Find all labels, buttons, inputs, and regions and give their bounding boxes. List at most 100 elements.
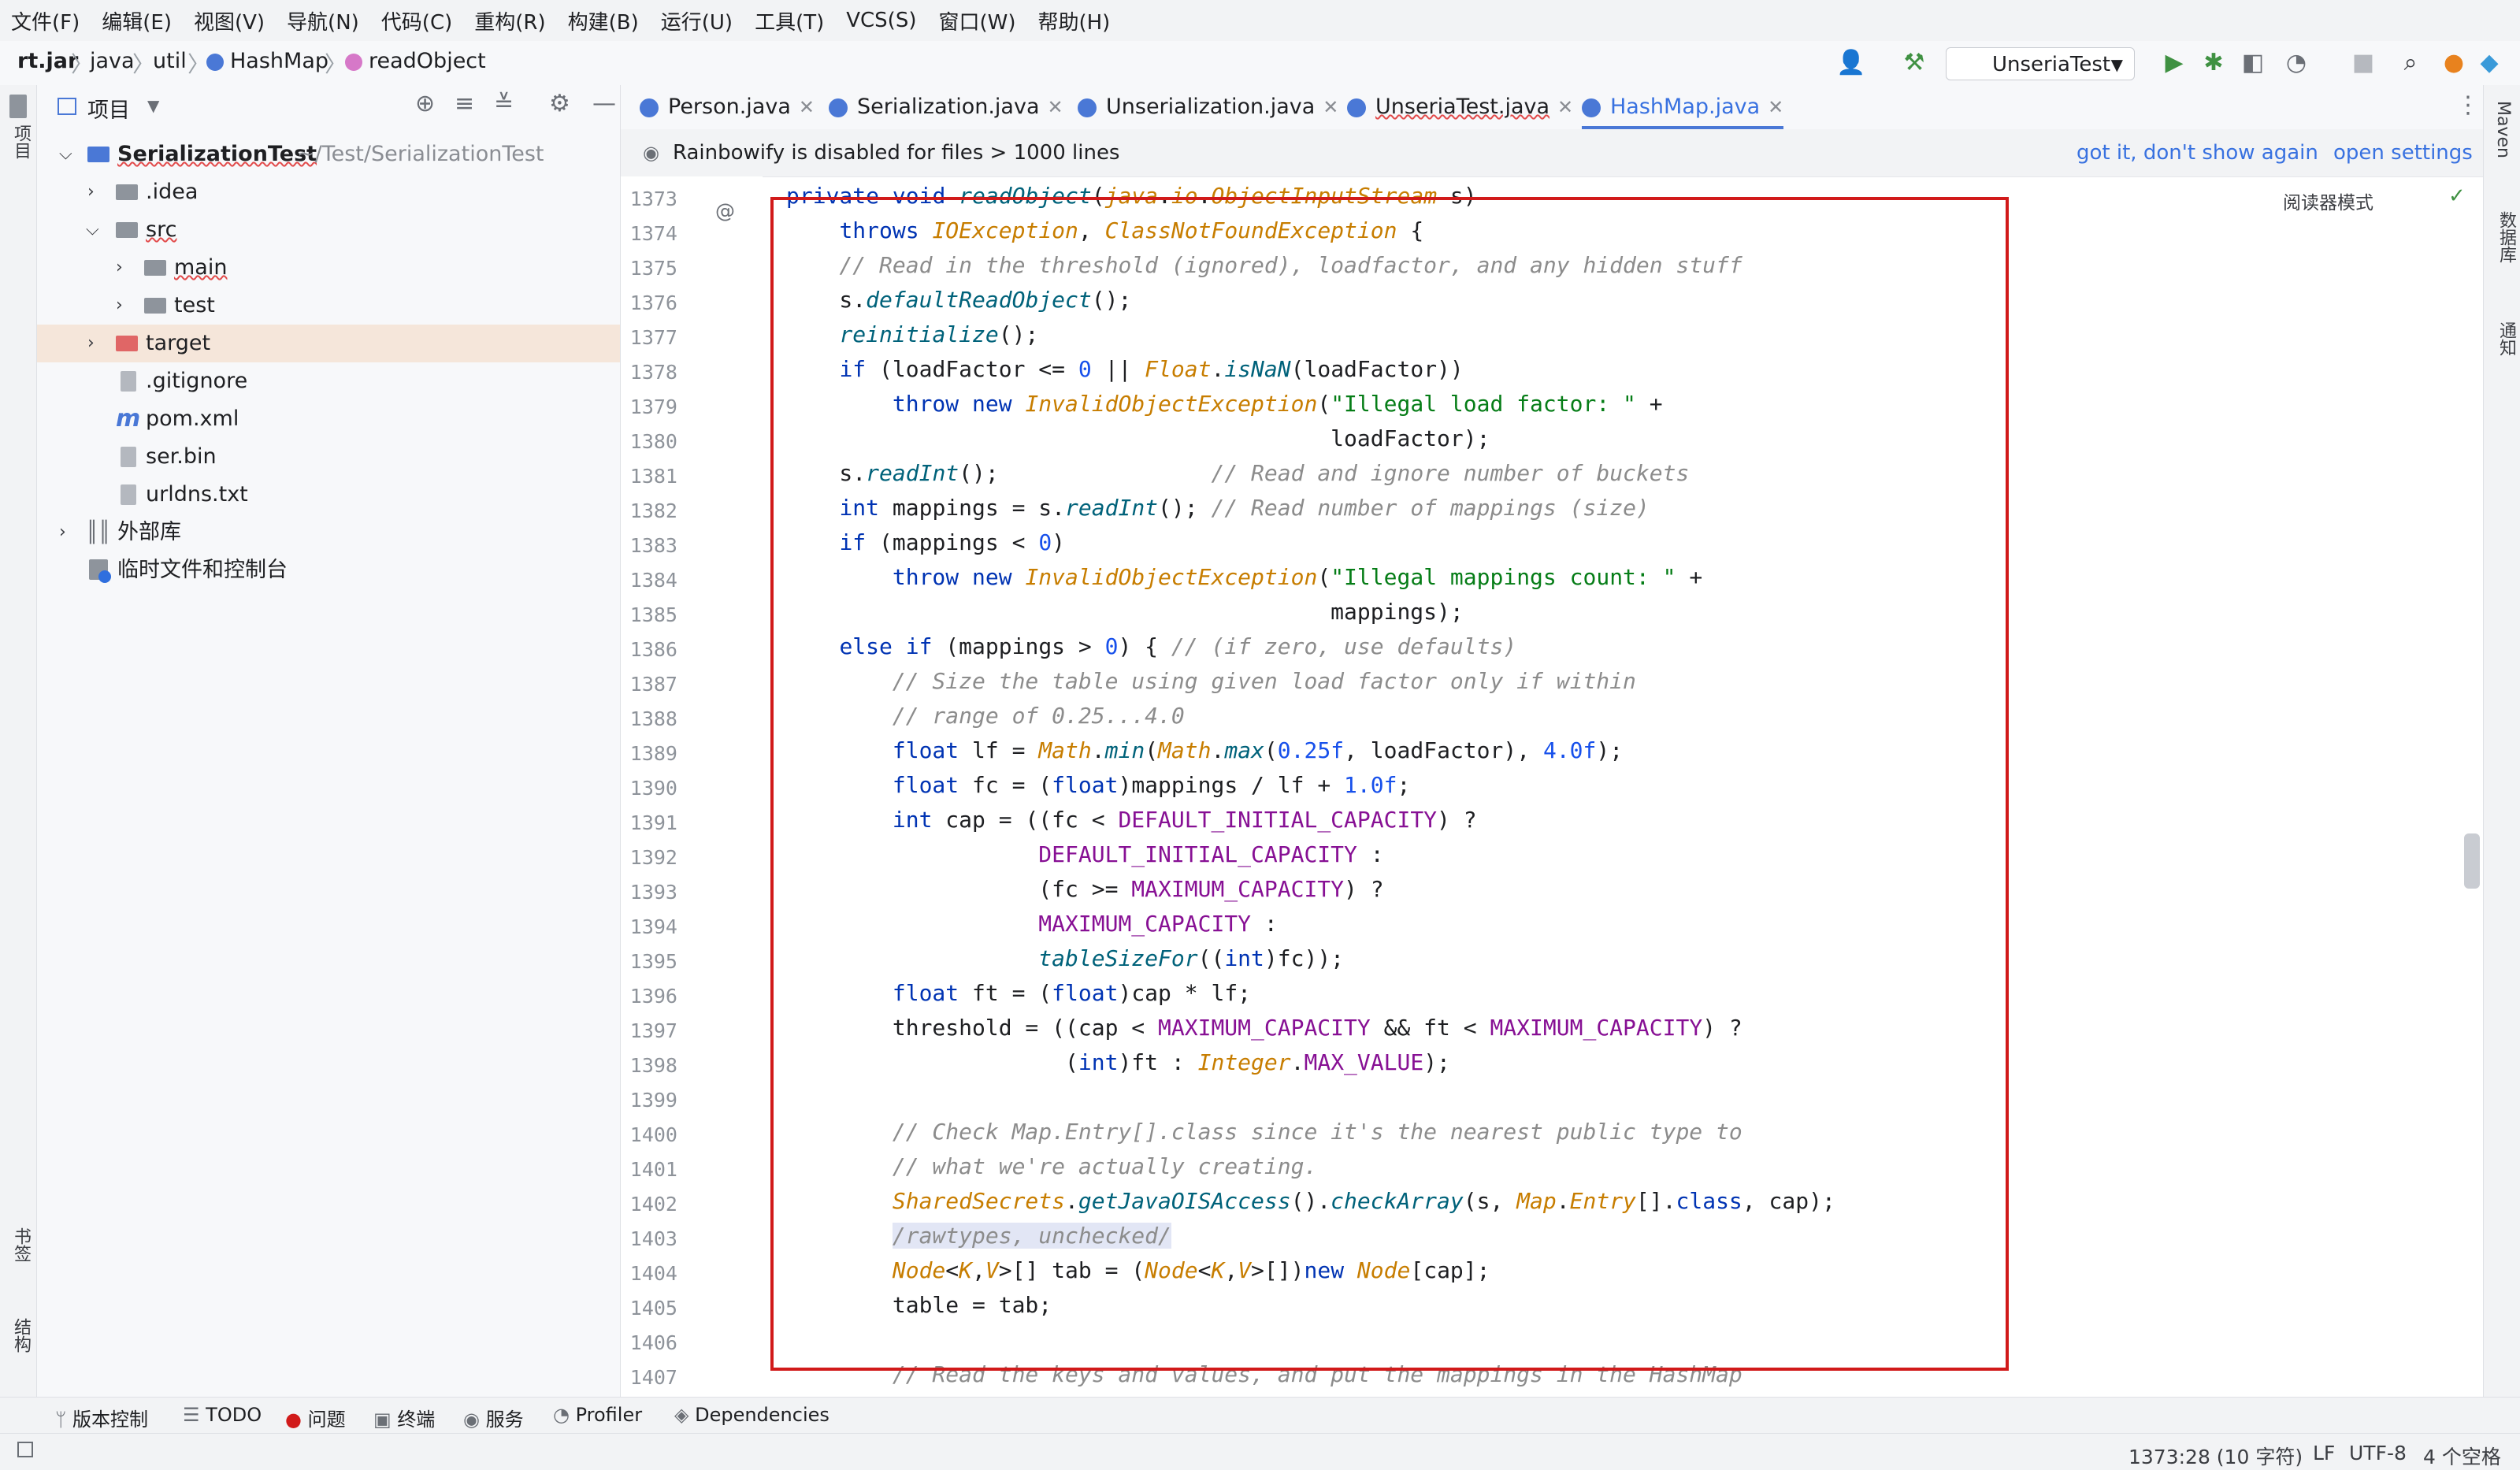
tree-item-urldns[interactable]: urldns.txt (37, 476, 620, 514)
line-number: 1400 (629, 1123, 677, 1146)
minimize-icon[interactable]: — (592, 90, 616, 117)
line-number: 1390 (629, 777, 677, 800)
scrollbar-thumb[interactable] (2464, 833, 2480, 889)
breadcrumb-class[interactable]: HashMap (206, 49, 328, 73)
profile-icon[interactable]: ◔ (2281, 47, 2312, 79)
chevron-down-icon[interactable]: ⌵ (59, 135, 72, 173)
close-icon[interactable]: ✕ (799, 96, 815, 118)
dont-show-again-link[interactable]: got it, don't show again (2076, 129, 2318, 176)
stop-icon[interactable]: ■ (2347, 47, 2379, 79)
line-number: 1405 (629, 1297, 677, 1320)
breadcrumb-method[interactable]: readObject (345, 49, 486, 73)
tree-item-test[interactable]: › test (37, 287, 620, 325)
maven-tool-label[interactable]: Maven (2493, 101, 2513, 158)
update-icon[interactable]: ● (2438, 47, 2470, 79)
tool-profiler[interactable]: ◔ Profiler (553, 1404, 642, 1426)
collapse-all-icon[interactable]: ≚ (494, 90, 514, 117)
menu-window[interactable]: 窗口(W) (927, 6, 1026, 35)
breadcrumb-jar[interactable]: rt.jar (17, 49, 78, 73)
tree-item-src[interactable]: ⌵ src (37, 211, 620, 249)
tree-item-project-root[interactable]: ⌵ SerializationTest ~/Test/Serialization… (37, 135, 620, 173)
tool-todo[interactable]: ☰ TODO (183, 1404, 262, 1426)
run-icon[interactable]: ▶ (2158, 47, 2190, 79)
project-tool-icon[interactable] (9, 95, 27, 118)
file-encoding[interactable]: UTF-8 (2349, 1442, 2407, 1464)
breadcrumb-package-util[interactable]: util (153, 49, 187, 73)
open-settings-link[interactable]: open settings (2333, 129, 2473, 176)
tree-item-target[interactable]: › target (37, 325, 620, 362)
gear-icon[interactable]: ⚙ (549, 90, 570, 117)
build-hammer-icon[interactable]: ⚒ (1898, 47, 1930, 79)
run-configuration-select[interactable]: UnseriaTest ▼ (1946, 47, 2135, 80)
chevron-right-icon[interactable]: › (116, 249, 123, 287)
chevron-right-icon[interactable]: › (59, 514, 66, 551)
caret-position[interactable]: 1373:28 (10 字符) (2128, 1442, 2303, 1470)
notifications-tool-label[interactable]: 通知 (2493, 321, 2518, 356)
menu-navigate[interactable]: 导航(N) (276, 6, 370, 35)
menu-run[interactable]: 运行(U) (650, 6, 744, 35)
line-number: 1386 (629, 638, 677, 661)
locate-icon[interactable]: ⊕ (415, 90, 435, 117)
tool-services[interactable]: ◉ 服务 (463, 1404, 524, 1431)
tab-person[interactable]: Person.java ✕ (640, 85, 815, 129)
chevron-right-icon[interactable]: › (116, 287, 123, 325)
user-icon[interactable]: 👤 (1835, 47, 1867, 79)
chevron-right-icon[interactable]: › (87, 325, 95, 362)
tree-item-idea[interactable]: › .idea (37, 173, 620, 211)
override-marker-icon[interactable]: @ (715, 199, 735, 222)
close-icon[interactable]: ✕ (1048, 96, 1063, 118)
chevron-down-icon[interactable]: ⌵ (86, 211, 99, 249)
tree-item-ser-bin[interactable]: ser.bin (37, 438, 620, 476)
menu-refactor[interactable]: 重构(R) (463, 6, 556, 35)
menu-help[interactable]: 帮助(H) (1026, 6, 1121, 35)
tool-problems[interactable]: ● 问题 (285, 1404, 346, 1431)
more-tabs-icon[interactable]: ⋮ (2456, 91, 2480, 119)
tool-vcs[interactable]: ᛘ 版本控制 (55, 1404, 148, 1431)
expand-all-icon[interactable]: ≡ (455, 90, 474, 117)
tree-item-scratches[interactable]: 临时文件和控制台 (37, 551, 620, 589)
tab-serialization[interactable]: Serialization.java ✕ (829, 85, 1063, 129)
tab-unserialization[interactable]: Unserialization.java ✕ (1078, 85, 1338, 129)
project-view-icon (58, 98, 76, 115)
tree-item-external-libraries[interactable]: › ║║ 外部库 (37, 514, 620, 551)
menu-code[interactable]: 代码(C) (370, 6, 463, 35)
menu-build[interactable]: 构建(B) (557, 6, 650, 35)
reader-mode-toggle[interactable]: 阅读器模式 (2283, 187, 2373, 214)
menu-tools[interactable]: 工具(T) (744, 6, 835, 35)
tab-unseriatest[interactable]: UnseriaTest.java ✕ (1347, 85, 1573, 129)
menu-file[interactable]: 文件(F) (0, 6, 91, 35)
panel-toggle-icon[interactable] (17, 1442, 33, 1457)
tool-dependencies[interactable]: ◈ Dependencies (674, 1404, 829, 1426)
indent-setting[interactable]: 4 个空格 (2423, 1442, 2501, 1470)
project-folder-icon (87, 147, 109, 162)
close-icon[interactable]: ✕ (1557, 96, 1573, 118)
tree-item-pom[interactable]: m pom.xml (37, 400, 620, 438)
line-separator[interactable]: LF (2313, 1442, 2335, 1464)
database-tool-label[interactable]: 数据库 (2493, 211, 2518, 263)
chevron-down-icon[interactable]: ▼ (147, 96, 159, 115)
bookmarks-tool-label[interactable]: 书签 (8, 1227, 33, 1262)
debug-bug-icon[interactable]: ✱ (2198, 47, 2229, 79)
project-panel-title[interactable]: 项目 (87, 93, 130, 124)
right-tool-stripe: Maven 数据库 通知 (2483, 85, 2520, 1397)
tree-item-gitignore[interactable]: .gitignore (37, 362, 620, 400)
menu-view[interactable]: 视图(V) (183, 6, 276, 35)
tree-item-main[interactable]: › main (37, 249, 620, 287)
project-tool-label[interactable]: 项目 (8, 124, 33, 159)
close-icon[interactable]: ✕ (1323, 96, 1338, 118)
tool-terminal[interactable]: ▣ 终端 (373, 1404, 435, 1431)
tree-item-label: main (174, 255, 228, 280)
line-number: 1398 (629, 1054, 677, 1077)
line-number: 1388 (629, 707, 677, 730)
search-icon[interactable]: ⌕ (2395, 47, 2426, 79)
menu-edit[interactable]: 编辑(E) (91, 6, 183, 35)
banner-text: Rainbowify is disabled for files > 1000 … (673, 141, 1120, 165)
structure-tool-label[interactable]: 结构 (8, 1318, 33, 1353)
close-icon[interactable]: ✕ (1768, 96, 1783, 118)
menu-vcs[interactable]: VCS(S) (835, 9, 927, 32)
tab-hashmap[interactable]: HashMap.java ✕ (1582, 85, 1784, 129)
chevron-right-icon[interactable]: › (87, 173, 95, 211)
coverage-icon[interactable]: ◧ (2237, 47, 2269, 79)
eye-icon: ◉ (643, 142, 659, 164)
breadcrumb-package-java[interactable]: java (90, 49, 135, 73)
